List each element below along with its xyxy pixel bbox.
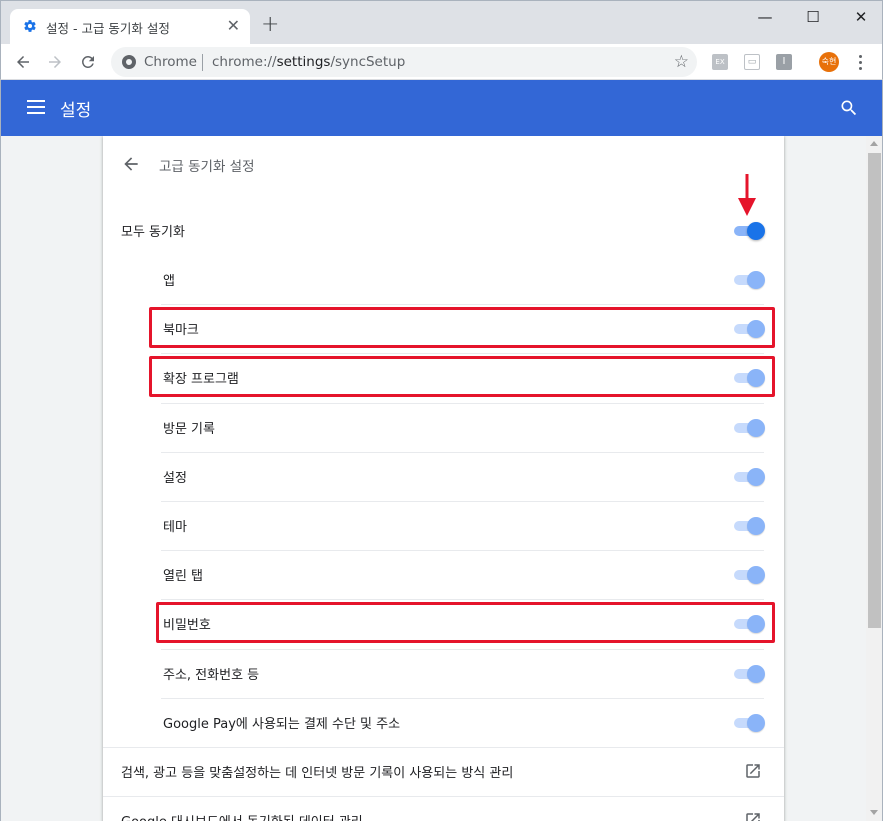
row-divider <box>161 501 764 502</box>
arrow-right-icon <box>49 56 61 68</box>
browser-toolbar: Chrome chrome://settings/syncSetup ☆ EX … <box>0 44 883 80</box>
maximize-button[interactable]: ☐ <box>791 5 835 29</box>
sync-all-row[interactable]: 모두 동기화 <box>103 206 784 255</box>
profile-avatar[interactable]: 숙현 <box>819 52 839 72</box>
new-tab-button[interactable]: + <box>261 13 279 37</box>
omnibox-label: Chrome <box>144 54 197 70</box>
row-divider <box>161 304 764 305</box>
settings-header: 설정 <box>0 80 883 136</box>
scroll-down-arrow-icon[interactable] <box>870 810 878 815</box>
sync-all-label: 모두 동기화 <box>121 225 185 240</box>
subpage-title: 고급 동기화 설정 <box>159 159 255 175</box>
red-highlight-box <box>149 356 775 397</box>
sync-item-row[interactable]: 열린 탭 <box>103 550 784 599</box>
sync-item-row[interactable]: 설정 <box>103 452 784 501</box>
extension-icon[interactable]: I <box>776 54 792 70</box>
sync-item-toggle[interactable] <box>732 714 765 732</box>
sync-item-toggle[interactable] <box>732 566 765 584</box>
sync-item-toggle[interactable] <box>732 468 765 486</box>
sync-all-toggle[interactable] <box>732 222 765 240</box>
row-divider <box>161 403 764 404</box>
manage-link-row[interactable]: Google 대시보드에서 동기화된 데이터 관리 <box>103 796 784 821</box>
row-divider <box>161 353 764 354</box>
scroll-thumb[interactable] <box>868 153 881 628</box>
sync-item-row[interactable]: Google Pay에 사용되는 결제 수단 및 주소 <box>103 698 784 747</box>
subpage-header: 고급 동기화 설정 <box>103 136 784 192</box>
back-arrow-icon[interactable] <box>121 154 141 174</box>
hamburger-menu-icon[interactable] <box>27 100 45 114</box>
sync-item-label: 앱 <box>163 274 175 289</box>
sync-settings-card: 고급 동기화 설정 모두 동기화 앱 북마크 확장 프로그램 방문 기록 설정 테마 열린 … <box>103 136 784 821</box>
row-divider <box>161 698 764 699</box>
sync-item-label: 방문 기록 <box>163 422 215 437</box>
scroll-up-arrow-icon[interactable] <box>870 141 878 146</box>
sync-item-toggle[interactable] <box>732 517 765 535</box>
sync-item-row[interactable]: 방문 기록 <box>103 403 784 452</box>
minimize-button[interactable]: — <box>743 5 787 29</box>
url-path: /syncSetup <box>330 54 406 70</box>
sync-item-toggle[interactable] <box>732 419 765 437</box>
omnibox-url: chrome://settings/syncSetup <box>212 54 405 70</box>
sync-item-row[interactable]: 앱 <box>103 255 784 304</box>
tab-strip: 설정 - 고급 동기화 설정 ✕ + — ☐ ✕ <box>0 0 883 45</box>
search-icon[interactable] <box>839 98 859 118</box>
row-divider <box>161 452 764 453</box>
red-highlight-box <box>156 602 775 643</box>
open-in-new-icon[interactable] <box>744 762 762 780</box>
red-annotation-arrow-icon <box>738 174 756 216</box>
tab-settings[interactable]: 설정 - 고급 동기화 설정 ✕ <box>10 9 250 45</box>
tab-title: 설정 - 고급 동기화 설정 <box>46 21 170 36</box>
extension-icon[interactable]: ▭ <box>744 54 760 70</box>
vertical-scrollbar[interactable] <box>866 136 883 821</box>
url-prefix: chrome:// <box>212 54 277 70</box>
sync-item-row[interactable]: 테마 <box>103 501 784 550</box>
extension-icon[interactable]: EX <box>712 54 728 70</box>
arrow-left-icon <box>17 56 29 68</box>
red-highlight-box <box>149 307 775 348</box>
sync-item-label: 테마 <box>163 520 187 535</box>
back-button[interactable] <box>11 50 35 74</box>
omnibox-separator <box>202 54 203 71</box>
sync-item-label: 주소, 전화번호 등 <box>163 668 260 683</box>
sync-item-toggle[interactable] <box>732 665 765 683</box>
row-divider <box>161 649 764 650</box>
manage-link-label: Google 대시보드에서 동기화된 데이터 관리 <box>121 811 363 821</box>
gear-icon <box>24 20 36 32</box>
sync-item-toggle[interactable] <box>732 271 765 289</box>
row-divider <box>161 599 764 600</box>
close-window-button[interactable]: ✕ <box>839 5 883 29</box>
sync-item-label: 설정 <box>163 471 187 486</box>
address-bar[interactable]: Chrome chrome://settings/syncSetup ☆ <box>111 47 697 77</box>
menu-kebab-icon[interactable] <box>853 51 867 73</box>
bookmark-star-icon[interactable]: ☆ <box>674 52 689 72</box>
manage-link-row[interactable]: 검색, 광고 등을 맞춤설정하는 데 인터넷 방문 기록이 사용되는 방식 관리 <box>103 747 784 796</box>
reload-icon <box>81 56 94 68</box>
reload-button[interactable] <box>76 50 100 74</box>
sync-item-row[interactable]: 주소, 전화번호 등 <box>103 649 784 698</box>
manage-link-label: 검색, 광고 등을 맞춤설정하는 데 인터넷 방문 기록이 사용되는 방식 관리 <box>121 766 514 781</box>
sync-item-label: 열린 탭 <box>163 569 204 584</box>
open-in-new-icon[interactable] <box>744 811 762 821</box>
sync-item-label: Google Pay에 사용되는 결제 수단 및 주소 <box>163 717 401 732</box>
forward-button[interactable] <box>43 50 67 74</box>
tab-close-icon[interactable]: ✕ <box>227 17 240 35</box>
url-host: settings <box>276 54 331 70</box>
page-title: 설정 <box>60 101 92 121</box>
row-divider <box>103 747 784 748</box>
chrome-icon <box>122 55 136 69</box>
row-divider <box>103 796 784 797</box>
row-divider <box>161 550 764 551</box>
settings-content: 고급 동기화 설정 모두 동기화 앱 북마크 확장 프로그램 방문 기록 설정 테마 열린 … <box>0 136 866 821</box>
